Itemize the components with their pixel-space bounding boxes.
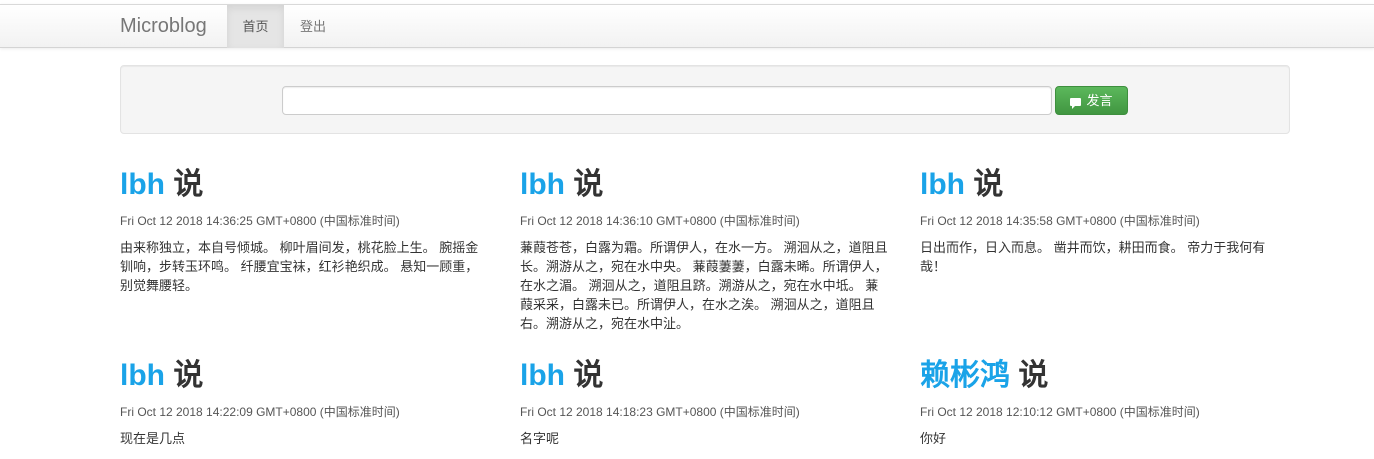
author-link[interactable]: lbh xyxy=(920,168,965,201)
post-title: lbh 说 xyxy=(520,358,890,394)
post-content: 名字呢 xyxy=(520,431,560,446)
post-button[interactable]: 发言 xyxy=(1055,86,1128,115)
navbar: Microblog 首页 登出 xyxy=(0,4,1374,48)
post-timestamp: Fri Oct 12 2018 12:10:12 GMT+0800 (中国标准时… xyxy=(920,405,1200,419)
author-link[interactable]: 赖彬鸿 xyxy=(920,359,1010,392)
post-timestamp: Fri Oct 12 2018 14:36:10 GMT+0800 (中国标准时… xyxy=(520,214,800,228)
post-timestamp: Fri Oct 12 2018 14:18:23 GMT+0800 (中国标准时… xyxy=(520,405,800,419)
post-title: 赖彬鸿 说 xyxy=(920,358,1290,394)
post-button-label: 发言 xyxy=(1086,93,1113,108)
says-label: 说 xyxy=(573,168,604,201)
nav-home[interactable]: 首页 xyxy=(227,5,284,48)
post-title: lbh 说 xyxy=(920,167,1290,203)
post-content: 你好 xyxy=(920,431,947,446)
post-timestamp: Fri Oct 12 2018 14:35:58 GMT+0800 (中国标准时… xyxy=(920,214,1200,228)
post-title: lbh 说 xyxy=(120,358,490,394)
says-label: 说 xyxy=(973,168,1004,201)
author-link[interactable]: lbh xyxy=(520,359,565,392)
post-item: lbh 说 Fri Oct 12 2018 14:35:58 GMT+0800 … xyxy=(920,167,1290,276)
comment-icon xyxy=(1070,98,1082,109)
post-item: 赖彬鸿 说 Fri Oct 12 2018 12:10:12 GMT+0800 … xyxy=(920,358,1290,448)
post-item: lbh 说 Fri Oct 12 2018 14:18:23 GMT+0800 … xyxy=(520,358,890,448)
post-content: 由来称独立，本自号倾城。 柳叶眉间发，桃花脸上生。 腕摇金钏响，步转玉环鸣。 纤… xyxy=(120,240,479,293)
says-label: 说 xyxy=(573,359,604,392)
post-title: lbh 说 xyxy=(520,167,890,203)
post-content: 现在是几点 xyxy=(120,431,186,446)
nav-logout[interactable]: 登出 xyxy=(284,5,342,48)
post-title: lbh 说 xyxy=(120,167,490,203)
author-link[interactable]: lbh xyxy=(520,168,565,201)
post-item: lbh 说 Fri Oct 12 2018 14:22:09 GMT+0800 … xyxy=(120,358,490,448)
post-timestamp: Fri Oct 12 2018 14:22:09 GMT+0800 (中国标准时… xyxy=(120,405,400,419)
author-link[interactable]: lbh xyxy=(120,359,165,392)
post-input[interactable] xyxy=(282,86,1052,115)
post-content: 日出而作，日入而息。 凿井而饮，耕田而食。 帝力于我何有哉！ xyxy=(920,240,1266,274)
author-link[interactable]: lbh xyxy=(120,168,165,201)
post-content: 蒹葭苍苍，白露为霜。所谓伊人，在水一方。 溯洄从之，道阻且长。溯游从之，宛在水中… xyxy=(520,240,888,331)
post-item: lbh 说 Fri Oct 12 2018 14:36:25 GMT+0800 … xyxy=(120,167,490,295)
says-label: 说 xyxy=(173,168,204,201)
says-label: 说 xyxy=(173,359,204,392)
post-timestamp: Fri Oct 12 2018 14:36:25 GMT+0800 (中国标准时… xyxy=(120,214,400,228)
says-label: 说 xyxy=(1018,359,1049,392)
post-item: lbh 说 Fri Oct 12 2018 14:36:10 GMT+0800 … xyxy=(520,167,890,333)
compose-panel: 发言 xyxy=(120,65,1290,134)
brand-link[interactable]: Microblog xyxy=(120,5,207,48)
